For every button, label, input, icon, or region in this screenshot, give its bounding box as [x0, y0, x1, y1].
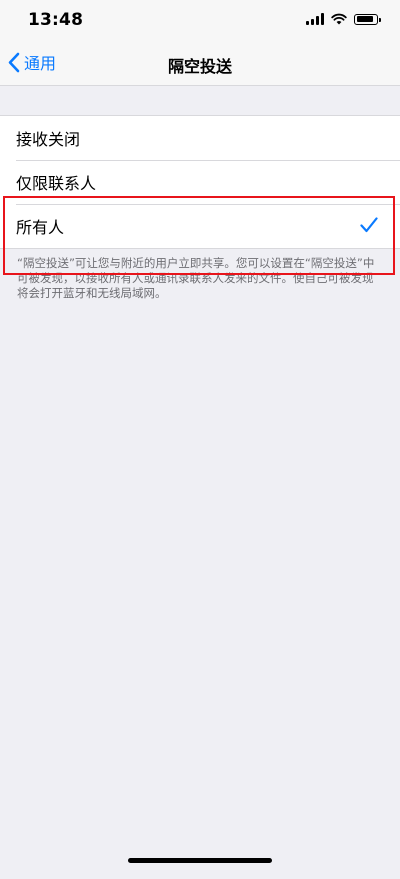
option-label: 接收关闭 [16, 130, 81, 149]
page-title: 隔空投送 [167, 57, 232, 76]
wifi-icon [331, 13, 347, 25]
cellular-signal-icon [306, 13, 324, 25]
airdrop-options-list: 接收关闭 仅限联系人 所有人 [0, 115, 400, 249]
option-receiving-off[interactable]: 接收关闭 [0, 116, 400, 160]
battery-icon [354, 13, 381, 25]
option-label: 所有人 [16, 218, 65, 237]
option-everyone[interactable]: 所有人 [0, 204, 400, 248]
airdrop-description: “隔空投送”可让您与附近的用户立即共享。您可以设置在“隔空投送”中可被发现，以接… [17, 256, 375, 300]
option-label: 仅限联系人 [16, 174, 97, 193]
status-icons [306, 13, 381, 25]
home-indicator[interactable] [128, 858, 272, 863]
checkmark-icon [360, 217, 378, 233]
navigation-bar: 通用 隔空投送 [0, 42, 400, 86]
status-bar: 13:48 [0, 0, 400, 42]
option-contacts-only[interactable]: 仅限联系人 [0, 160, 400, 204]
status-time: 13:48 [28, 10, 84, 30]
